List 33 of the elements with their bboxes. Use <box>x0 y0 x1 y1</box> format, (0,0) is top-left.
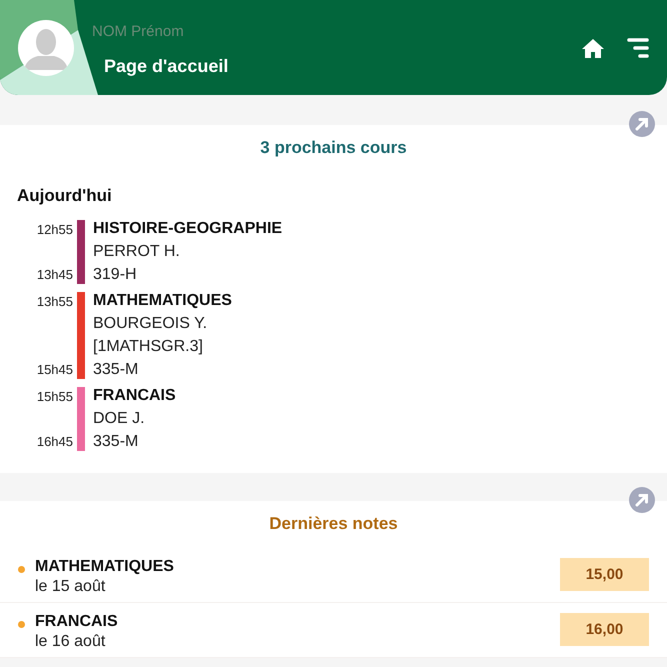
grade-row[interactable]: MATHEMATIQUES le 15 août 15,00 <box>0 548 667 603</box>
course-detail: 335-M <box>93 361 140 379</box>
user-name: NOM Prénom <box>92 22 185 40</box>
start-time: 12h55 <box>36 222 73 237</box>
course-detail: 319-H <box>93 266 138 284</box>
course-detail: BOURGEOIS Y. <box>93 315 208 333</box>
grade-subject: FRANCAIS <box>35 613 119 631</box>
course-detail: DOE J. <box>93 410 146 428</box>
card-title: 3 prochains cours <box>259 137 408 158</box>
course-subject: FRANCAIS <box>93 387 176 405</box>
grade-subject: MATHEMATIQUES <box>35 558 175 576</box>
day-heading: Aujourd'hui <box>17 186 113 206</box>
home-icon[interactable] <box>581 38 605 58</box>
grade-value: 16,00 <box>560 613 649 646</box>
end-time: 13h45 <box>36 267 73 282</box>
start-time: 13h55 <box>36 294 73 309</box>
start-time: 15h55 <box>36 389 73 404</box>
course-subject: MATHEMATIQUES <box>93 292 232 310</box>
page-title: Page d'accueil <box>104 56 230 76</box>
grade-value: 15,00 <box>560 558 649 591</box>
grade-date: le 15 août <box>35 578 106 596</box>
grade-row[interactable]: FRANCAIS le 16 août 16,00 <box>0 603 667 658</box>
end-time: 16h45 <box>36 434 73 449</box>
bullet-icon <box>18 566 25 573</box>
course-subject: HISTOIRE-GEOGRAPHIE <box>93 220 282 238</box>
end-time: 15h45 <box>36 362 73 377</box>
card-title: Dernières notes <box>268 513 399 534</box>
course-detail: PERROT H. <box>93 243 181 261</box>
menu-icon[interactable] <box>627 38 649 58</box>
course-detail: 335-M <box>93 433 140 451</box>
grade-date: le 16 août <box>35 633 106 651</box>
course-detail: [1MATHSGR.3] <box>93 338 204 356</box>
bullet-icon <box>18 621 25 628</box>
